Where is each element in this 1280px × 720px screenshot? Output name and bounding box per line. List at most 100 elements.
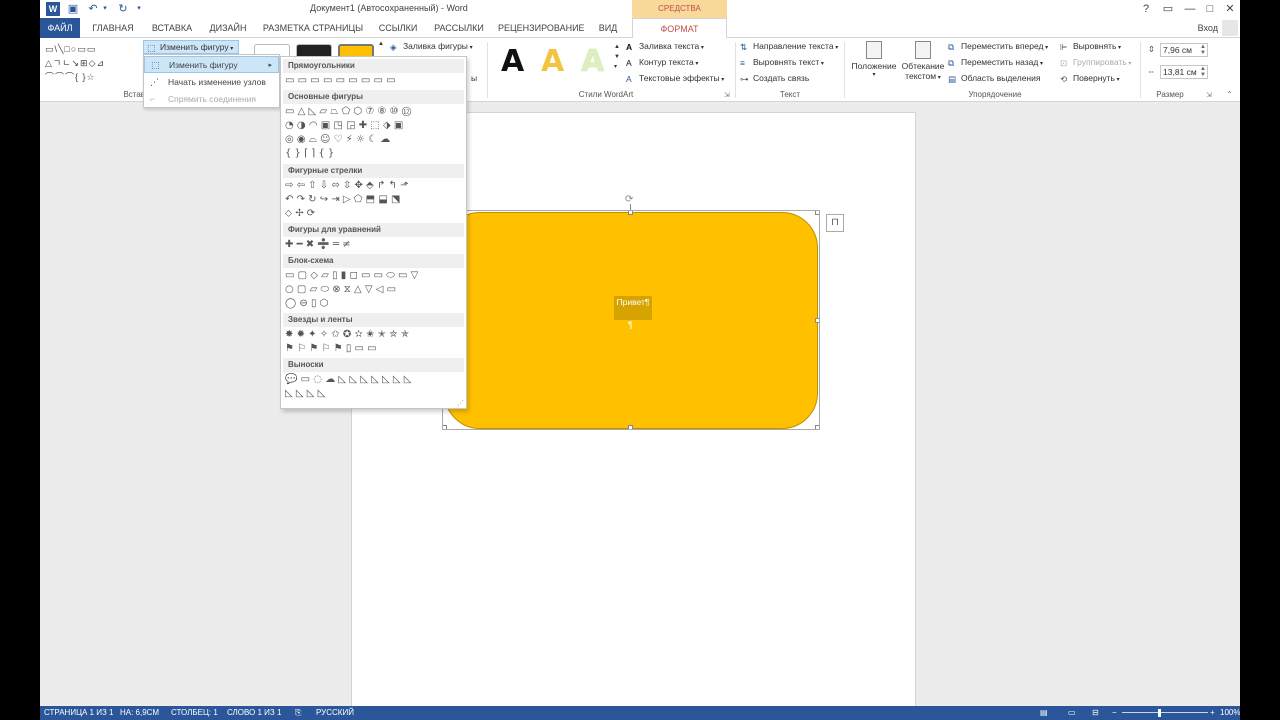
gallery-row[interactable]: ◔◑◠▣◳◲✚⬚⬗▣ <box>285 119 407 133</box>
gallery-row[interactable]: ⚑⚐⚑⚐⚑▯▭▭ <box>285 342 380 356</box>
gallery-row[interactable]: ◎◉⌓☺♡⚡☼☾☁ <box>285 133 394 147</box>
text-fill-button[interactable]: A Заливка текста ▾ <box>626 41 704 52</box>
shape-height-input[interactable]: 7,96 см ▲ ▼ <box>1160 43 1208 57</box>
reroute-connectors-menu-item[interactable]: ⌐ Спрямить соединения <box>144 91 279 108</box>
send-backward-icon: ⧉ <box>948 58 955 68</box>
group-button[interactable]: ⊡ Группировать ▾ <box>1060 57 1131 68</box>
tab-file[interactable]: ФАЙЛ <box>40 18 80 38</box>
zoom-in-icon[interactable]: + <box>1210 706 1215 720</box>
text-effects-button[interactable]: A Текстовые эффекты ▾ <box>626 73 724 84</box>
tab-view[interactable]: ВИД <box>594 18 622 38</box>
insert-shapes-gallery[interactable]: ▭\╲□○▭▭ △ㄱㄴ↘⊞◇⊿ ⌒⌒⌒{ }☆ <box>45 42 130 84</box>
gallery-row[interactable]: ✚━✖➗═≠ <box>285 238 354 252</box>
tab-review[interactable]: РЕЦЕНЗИРОВАНИЕ <box>498 18 585 38</box>
tab-mailings[interactable]: РАССЫЛКИ <box>432 18 486 38</box>
resize-handle[interactable] <box>815 318 820 323</box>
selection-pane-icon: ▤ <box>948 74 957 84</box>
zoom-slider-thumb[interactable] <box>1158 709 1161 717</box>
word-logo-icon: W <box>46 2 60 16</box>
gallery-row[interactable]: ○▢▱⬭⊗⧖△▽◁▭ <box>285 283 399 297</box>
edit-points-menu-item[interactable]: ⋰ Начать изменение узлов <box>144 74 279 91</box>
tab-page-layout[interactable]: РАЗМЕТКА СТРАНИЦЫ <box>262 18 364 38</box>
shape-effects-button-partial[interactable]: ы <box>471 73 477 83</box>
shape-fill-button[interactable]: ◈ Заливка фигуры ▾ <box>390 41 473 52</box>
change-shape-menu-item[interactable]: ⬚ Изменить фигуру ▸ <box>144 56 279 73</box>
edit-shape-button[interactable]: ⬚ Изменить фигуру ▾ <box>143 40 239 54</box>
gallery-row[interactable]: ▭△◺▱⏢⬠⬡⑦⑧⑩⑫ <box>285 105 414 119</box>
text-outline-icon: A <box>626 58 632 68</box>
sign-in-link[interactable]: Вход <box>1198 18 1218 38</box>
collapse-ribbon-icon[interactable]: ⌃ <box>1226 90 1233 99</box>
shapes-row[interactable]: ⌒⌒⌒{ }☆ <box>45 70 130 84</box>
resize-handle[interactable] <box>815 425 820 430</box>
status-position[interactable]: НА: 6,9СМ <box>120 706 159 720</box>
read-mode-icon[interactable]: ▤ <box>1040 706 1048 720</box>
size-dialog-launcher-icon[interactable]: ⇲ <box>1206 91 1212 99</box>
save-icon[interactable]: ▣ <box>66 2 80 16</box>
help-icon[interactable]: ? <box>1134 0 1158 18</box>
print-layout-icon[interactable]: ▭ <box>1068 706 1076 720</box>
resize-grip-icon[interactable]: ⋰ <box>457 399 464 407</box>
position-button[interactable]: Положение ▾ <box>850 41 898 78</box>
tab-format[interactable]: ФОРМАТ <box>632 18 727 39</box>
web-layout-icon[interactable]: ⊟ <box>1092 706 1099 720</box>
gallery-row[interactable]: ⬦✢⟳ <box>285 207 318 221</box>
selection-pane-button[interactable]: ▤ Область выделения <box>948 73 1040 84</box>
reroute-connectors-icon: ⌐ <box>150 94 156 104</box>
zoom-slider-track[interactable] <box>1122 712 1208 713</box>
avatar[interactable] <box>1222 20 1238 36</box>
wordart-style-black[interactable]: A <box>501 44 524 79</box>
layout-options-icon[interactable]: ⊓ <box>826 214 844 232</box>
shapes-gallery: Прямоугольники ▭▭▭▭▭▭▭▭▭ Основные фигуры… <box>280 56 467 409</box>
wordart-style-orange[interactable]: A <box>541 44 564 79</box>
zoom-level[interactable]: 100% <box>1220 706 1240 720</box>
resize-handle[interactable] <box>815 210 820 215</box>
gallery-row[interactable]: ▭▭▭▭▭▭▭▭▭ <box>285 74 399 88</box>
qat-customize-icon[interactable]: ▾ <box>132 2 146 16</box>
shape-text[interactable]: Привет¶ <box>614 296 652 320</box>
wordart-dialog-launcher-icon[interactable]: ⇲ <box>724 91 730 99</box>
gallery-row[interactable]: 💬▭◌☁◺◺◺◺◺◺◺ <box>285 373 415 387</box>
gallery-row[interactable]: ▭▢◇▱▯▮◻▭▭⬭▭▽ <box>285 269 422 283</box>
status-page[interactable]: СТРАНИЦА 1 ИЗ 1 <box>44 706 113 720</box>
tab-design[interactable]: ДИЗАЙН <box>204 18 252 38</box>
shapes-row[interactable]: △ㄱㄴ↘⊞◇⊿ <box>45 56 130 70</box>
wordart-style-green[interactable]: A <box>581 44 604 79</box>
tab-home[interactable]: ГЛАВНАЯ <box>86 18 140 38</box>
shape-styles-scroll-up[interactable]: ▲ <box>378 41 384 47</box>
align-icon: ⊫ <box>1060 42 1068 52</box>
status-words[interactable]: СЛОВО 1 ИЗ 1 <box>227 706 281 720</box>
rotate-button[interactable]: ⟲ Повернуть ▾ <box>1060 73 1120 84</box>
shape-width-input[interactable]: 13,81 см ▲ ▼ <box>1160 65 1208 79</box>
proofing-icon[interactable]: ⎘ <box>295 706 301 720</box>
document-area: ⟳ Привет¶ ¶ ⊓ <box>40 102 1240 712</box>
gallery-row[interactable]: ✸✹✦✧✩✪✫✬✭✮✯ <box>285 328 412 342</box>
resize-handle[interactable] <box>628 425 633 430</box>
wordart-gallery-scroll[interactable]: ▲ ▼ ▾ <box>614 42 620 72</box>
gallery-row[interactable]: ◯⊖▯⬡ <box>285 297 332 311</box>
text-direction-button[interactable]: ⇅ Направление текста ▾ <box>740 41 838 52</box>
gallery-row[interactable]: ◺◺◺◺ <box>285 387 329 401</box>
gallery-row[interactable]: ↶↷↻↪⇥▷⬠⬒⬓⬔ <box>285 193 404 207</box>
gallery-row[interactable]: {}⌈⌉{} <box>285 147 337 161</box>
tab-references[interactable]: ССЫЛКИ <box>376 18 420 38</box>
zoom-out-icon[interactable]: − <box>1112 706 1117 720</box>
bring-forward-button[interactable]: ⧉ Переместить вперед ▾ <box>948 41 1048 52</box>
align-button[interactable]: ⊫ Выровнять ▾ <box>1060 41 1121 52</box>
create-link-button[interactable]: ⊶ Создать связь <box>740 73 809 84</box>
redo-icon[interactable]: ↻ <box>116 2 130 16</box>
shapes-row[interactable]: ▭\╲□○▭▭ <box>45 42 130 56</box>
align-text-button[interactable]: ≡ Выровнять текст ▾ <box>740 57 824 68</box>
text-outline-button[interactable]: A Контур текста ▾ <box>626 57 698 68</box>
resize-handle[interactable] <box>442 425 447 430</box>
gallery-row[interactable]: ⇨⇦⇧⇩⬄⇳✥⬘↱↰⬏ <box>285 179 412 193</box>
status-language[interactable]: РУССКИЙ <box>316 706 354 720</box>
send-backward-button[interactable]: ⧉ Переместить назад ▾ <box>948 57 1043 68</box>
close-icon[interactable]: ✕ <box>1218 0 1240 18</box>
wrap-text-button[interactable]: Обтекание текстом ▾ <box>898 41 948 81</box>
status-column[interactable]: СТОЛБЕЦ: 1 <box>171 706 218 720</box>
undo-dropdown-icon[interactable]: ▾ <box>98 2 112 16</box>
size-group-label: Размер <box>1156 90 1184 99</box>
tab-insert[interactable]: ВСТАВКА <box>146 18 198 38</box>
ribbon-display-options-icon[interactable]: ▭ <box>1156 0 1180 18</box>
